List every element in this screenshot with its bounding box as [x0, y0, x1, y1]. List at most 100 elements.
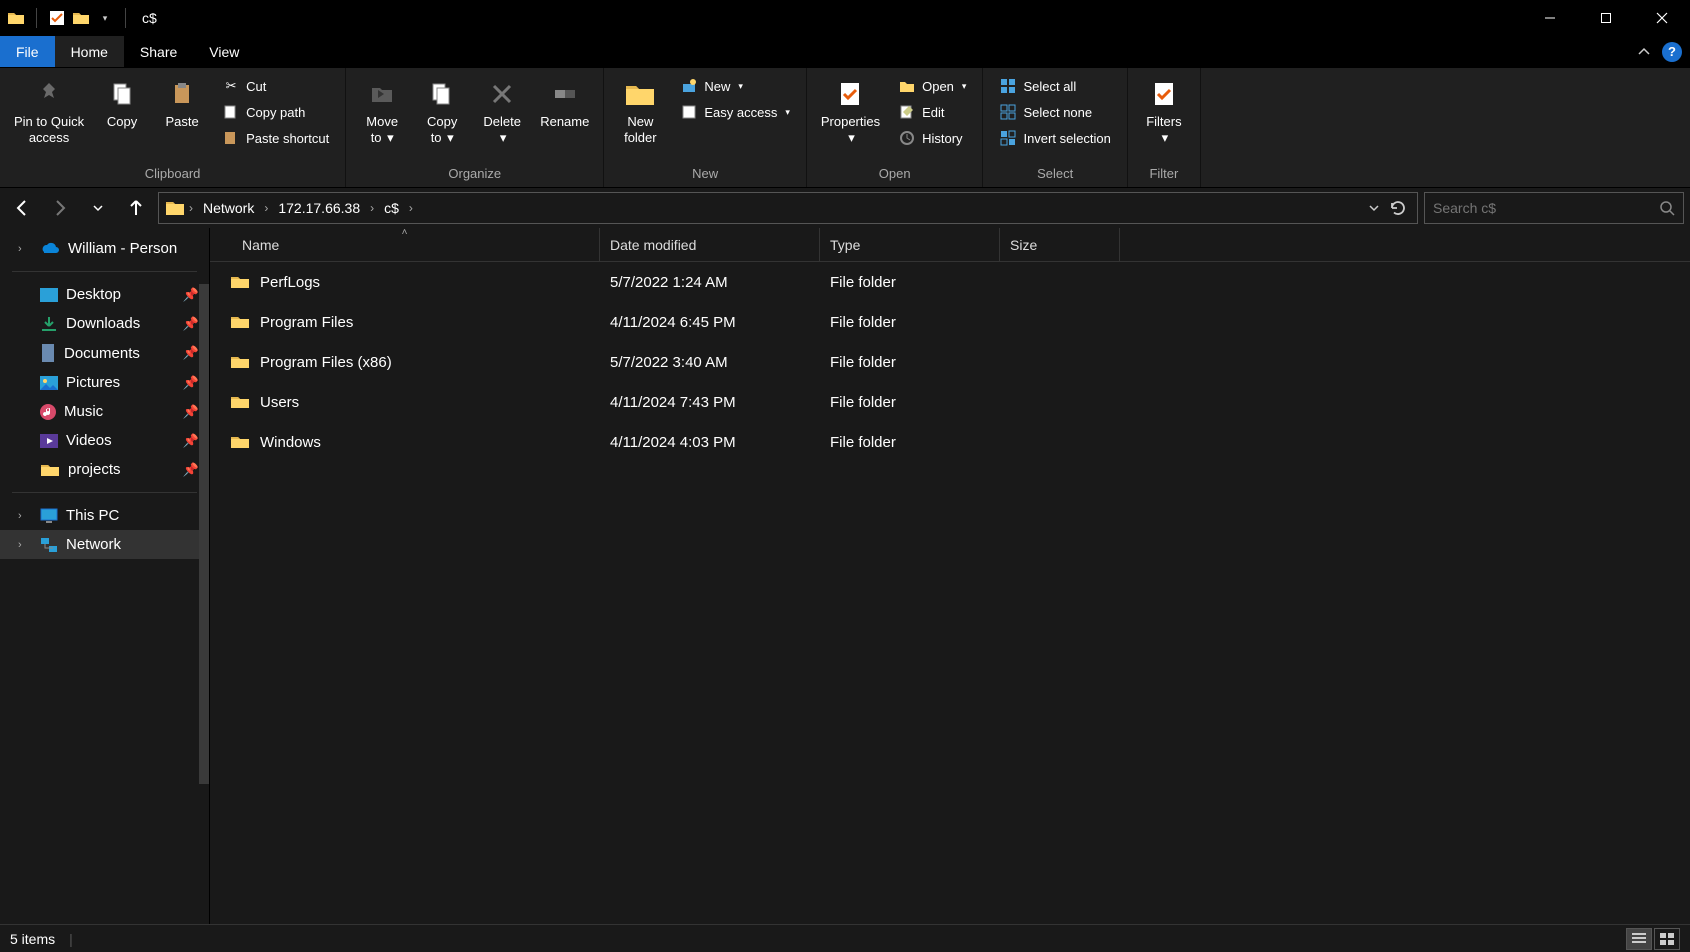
- view-details-button[interactable]: [1626, 928, 1652, 950]
- search-box[interactable]: [1424, 192, 1684, 224]
- ribbon-group-select: Select all Select none Invert selection …: [983, 68, 1127, 187]
- file-row[interactable]: Program Files (x86)5/7/2022 3:40 AMFile …: [210, 342, 1690, 382]
- column-date[interactable]: Date modified: [600, 228, 820, 261]
- refresh-button[interactable]: [1389, 199, 1407, 217]
- move-to-button[interactable]: Move to ▾: [352, 72, 412, 149]
- back-button[interactable]: [6, 193, 38, 223]
- help-icon[interactable]: ?: [1662, 42, 1682, 62]
- minimize-button[interactable]: [1522, 0, 1578, 36]
- nav-projects[interactable]: projects 📌: [0, 455, 209, 484]
- column-name[interactable]: ˄ Name: [210, 228, 600, 261]
- sort-asc-icon: ˄: [402, 227, 408, 238]
- paste-shortcut-button[interactable]: Paste shortcut: [216, 126, 335, 150]
- open-icon: [898, 77, 916, 95]
- nav-downloads[interactable]: Downloads 📌: [0, 309, 209, 338]
- navigation-pane[interactable]: › William - Person Desktop 📌 Downloads 📌…: [0, 228, 210, 924]
- tab-home[interactable]: Home: [55, 36, 124, 67]
- pin-to-quick-access-button[interactable]: Pin to Quick access: [6, 72, 92, 149]
- properties-button[interactable]: Properties▾: [813, 72, 888, 149]
- nav-network[interactable]: › Network: [0, 530, 209, 559]
- tab-view[interactable]: View: [193, 36, 255, 67]
- invert-selection-icon: [999, 129, 1017, 147]
- nav-scrollbar[interactable]: [199, 284, 209, 784]
- ribbon-label-open: Open: [807, 164, 983, 187]
- ribbon-group-open: Properties▾ Open▾ Edit: [807, 68, 984, 187]
- chevron-right-icon[interactable]: ›: [18, 539, 32, 551]
- nav-documents[interactable]: Documents 📌: [0, 338, 209, 368]
- search-input[interactable]: [1433, 200, 1659, 216]
- pin-icon: [31, 76, 67, 112]
- search-icon[interactable]: [1659, 200, 1675, 216]
- file-name: Users: [260, 394, 299, 411]
- view-thumbnails-button[interactable]: [1654, 928, 1680, 950]
- filters-button[interactable]: Filters▾: [1134, 72, 1194, 149]
- nav-this-pc[interactable]: › This PC: [0, 501, 209, 530]
- file-date: 5/7/2022 3:40 AM: [600, 354, 820, 371]
- file-row[interactable]: PerfLogs5/7/2022 1:24 AMFile folder: [210, 262, 1690, 302]
- open-button[interactable]: Open▾: [892, 74, 972, 98]
- downloads-icon: [40, 316, 58, 332]
- file-row[interactable]: Users4/11/2024 7:43 PMFile folder: [210, 382, 1690, 422]
- paste-button[interactable]: Paste: [152, 72, 212, 134]
- cut-button[interactable]: ✂ Cut: [216, 74, 335, 98]
- edit-button[interactable]: Edit: [892, 100, 972, 124]
- copy-path-button[interactable]: Copy path: [216, 100, 335, 124]
- column-size[interactable]: Size: [1000, 228, 1120, 261]
- file-row[interactable]: Program Files4/11/2024 6:45 PMFile folde…: [210, 302, 1690, 342]
- chevron-right-icon[interactable]: ›: [18, 510, 32, 522]
- chevron-right-icon[interactable]: ›: [409, 201, 413, 215]
- column-type[interactable]: Type: [820, 228, 1000, 261]
- nav-desktop[interactable]: Desktop 📌: [0, 280, 209, 309]
- nav-user[interactable]: › William - Person: [0, 234, 209, 263]
- maximize-button[interactable]: [1578, 0, 1634, 36]
- qat-dropdown-icon[interactable]: ▾: [95, 8, 115, 28]
- filters-icon: [1146, 76, 1182, 112]
- nav-videos[interactable]: Videos 📌: [0, 426, 209, 455]
- address-bar[interactable]: › Network › 172.17.66.38 › c$ ›: [158, 192, 1418, 224]
- recent-locations-button[interactable]: [82, 193, 114, 223]
- new-folder-button[interactable]: New folder: [610, 72, 670, 149]
- address-dropdown-icon[interactable]: [1367, 201, 1381, 215]
- qat-properties-icon[interactable]: [47, 8, 67, 28]
- collapse-ribbon-icon[interactable]: [1636, 44, 1652, 60]
- select-none-button[interactable]: Select none: [993, 100, 1116, 124]
- ribbon-group-new: New folder New▾ Easy access▾ New: [604, 68, 807, 187]
- paste-icon: [164, 76, 200, 112]
- rename-button[interactable]: Rename: [532, 72, 597, 134]
- chevron-right-icon[interactable]: ›: [264, 201, 268, 215]
- chevron-right-icon[interactable]: ›: [18, 243, 32, 255]
- address-folder-icon: [165, 199, 185, 217]
- file-date: 4/11/2024 4:03 PM: [600, 434, 820, 451]
- ribbon-label-select: Select: [983, 164, 1126, 187]
- close-button[interactable]: [1634, 0, 1690, 36]
- new-item-button[interactable]: New▾: [674, 74, 796, 98]
- invert-selection-button[interactable]: Invert selection: [993, 126, 1116, 150]
- tab-file[interactable]: File: [0, 36, 55, 67]
- folder-icon: [230, 274, 250, 290]
- file-row[interactable]: Windows4/11/2024 4:03 PMFile folder: [210, 422, 1690, 462]
- pin-icon: 📌: [183, 375, 199, 391]
- nav-pictures[interactable]: Pictures 📌: [0, 368, 209, 397]
- nav-music[interactable]: Music 📌: [0, 397, 209, 426]
- qat-newfolder-icon[interactable]: [71, 8, 91, 28]
- easy-access-button[interactable]: Easy access▾: [674, 100, 796, 124]
- file-date: 4/11/2024 7:43 PM: [600, 394, 820, 411]
- ribbon-group-filter: Filters▾ Filter: [1128, 68, 1201, 187]
- folder-icon: [40, 462, 60, 478]
- crumb-host[interactable]: 172.17.66.38: [272, 193, 366, 223]
- tab-share[interactable]: Share: [124, 36, 193, 67]
- chevron-right-icon[interactable]: ›: [189, 201, 193, 215]
- crumb-share[interactable]: c$: [378, 193, 405, 223]
- copy-button[interactable]: Copy: [92, 72, 152, 134]
- crumb-network[interactable]: Network: [197, 193, 260, 223]
- up-button[interactable]: [120, 193, 152, 223]
- move-to-icon: [364, 76, 400, 112]
- pin-icon: 📌: [183, 316, 199, 332]
- delete-button[interactable]: Delete▾: [472, 72, 532, 149]
- history-button[interactable]: History: [892, 126, 972, 150]
- chevron-right-icon[interactable]: ›: [370, 201, 374, 215]
- forward-button[interactable]: [44, 193, 76, 223]
- select-all-button[interactable]: Select all: [993, 74, 1116, 98]
- copy-to-button[interactable]: Copy to ▾: [412, 72, 472, 149]
- folder-icon: [230, 434, 250, 450]
